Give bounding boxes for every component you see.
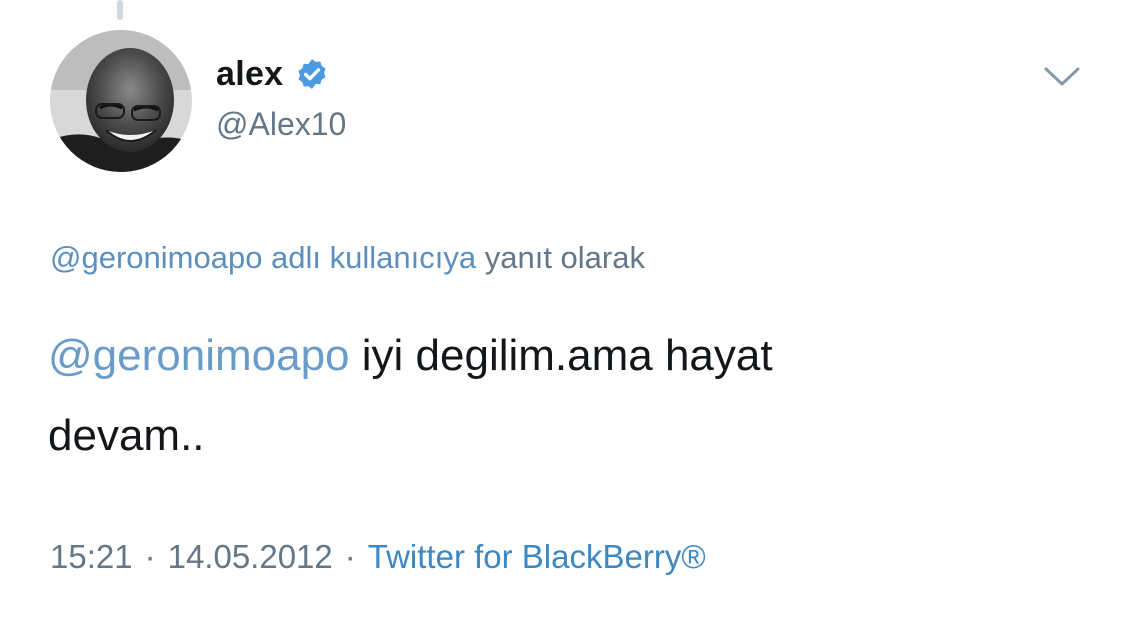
- author-block[interactable]: alex @Alex10: [216, 52, 346, 143]
- tweet-text-line2: devam..: [48, 411, 205, 460]
- meta-separator: ·: [144, 538, 156, 575]
- tweet-date[interactable]: 14.05.2012: [168, 538, 333, 576]
- thread-connector-line: [117, 0, 123, 20]
- avatar[interactable]: [50, 30, 192, 172]
- tweet-card: alex @Alex10 @geronimoapo adlı kullanıcı…: [0, 0, 1122, 622]
- verified-badge-icon: [295, 57, 329, 91]
- reply-context-suffix: yanıt olarak: [484, 240, 645, 275]
- chevron-down-icon[interactable]: [1042, 64, 1082, 90]
- mention-link[interactable]: @geronimoapo: [48, 331, 350, 380]
- display-name-row: alex: [216, 52, 346, 96]
- reply-context: @geronimoapo adlı kullanıcıya yanıt olar…: [50, 240, 645, 276]
- meta-separator-2: ·: [344, 538, 356, 575]
- reply-to-link[interactable]: @geronimoapo adlı kullanıcıya: [50, 240, 476, 275]
- tweet-source-link[interactable]: Twitter for BlackBerry®: [368, 538, 706, 576]
- tweet-time[interactable]: 15:21: [50, 538, 133, 576]
- tweet-meta: 15:21 · 14.05.2012 · Twitter for BlackBe…: [50, 538, 706, 576]
- user-handle[interactable]: @Alex10: [216, 106, 346, 143]
- tweet-text-line1: iyi degilim.ama hayat: [361, 331, 773, 380]
- display-name[interactable]: alex: [216, 55, 283, 94]
- avatar-photo: [50, 30, 192, 172]
- tweet-text: @geronimoapo iyi degilim.ama hayat devam…: [48, 316, 1068, 476]
